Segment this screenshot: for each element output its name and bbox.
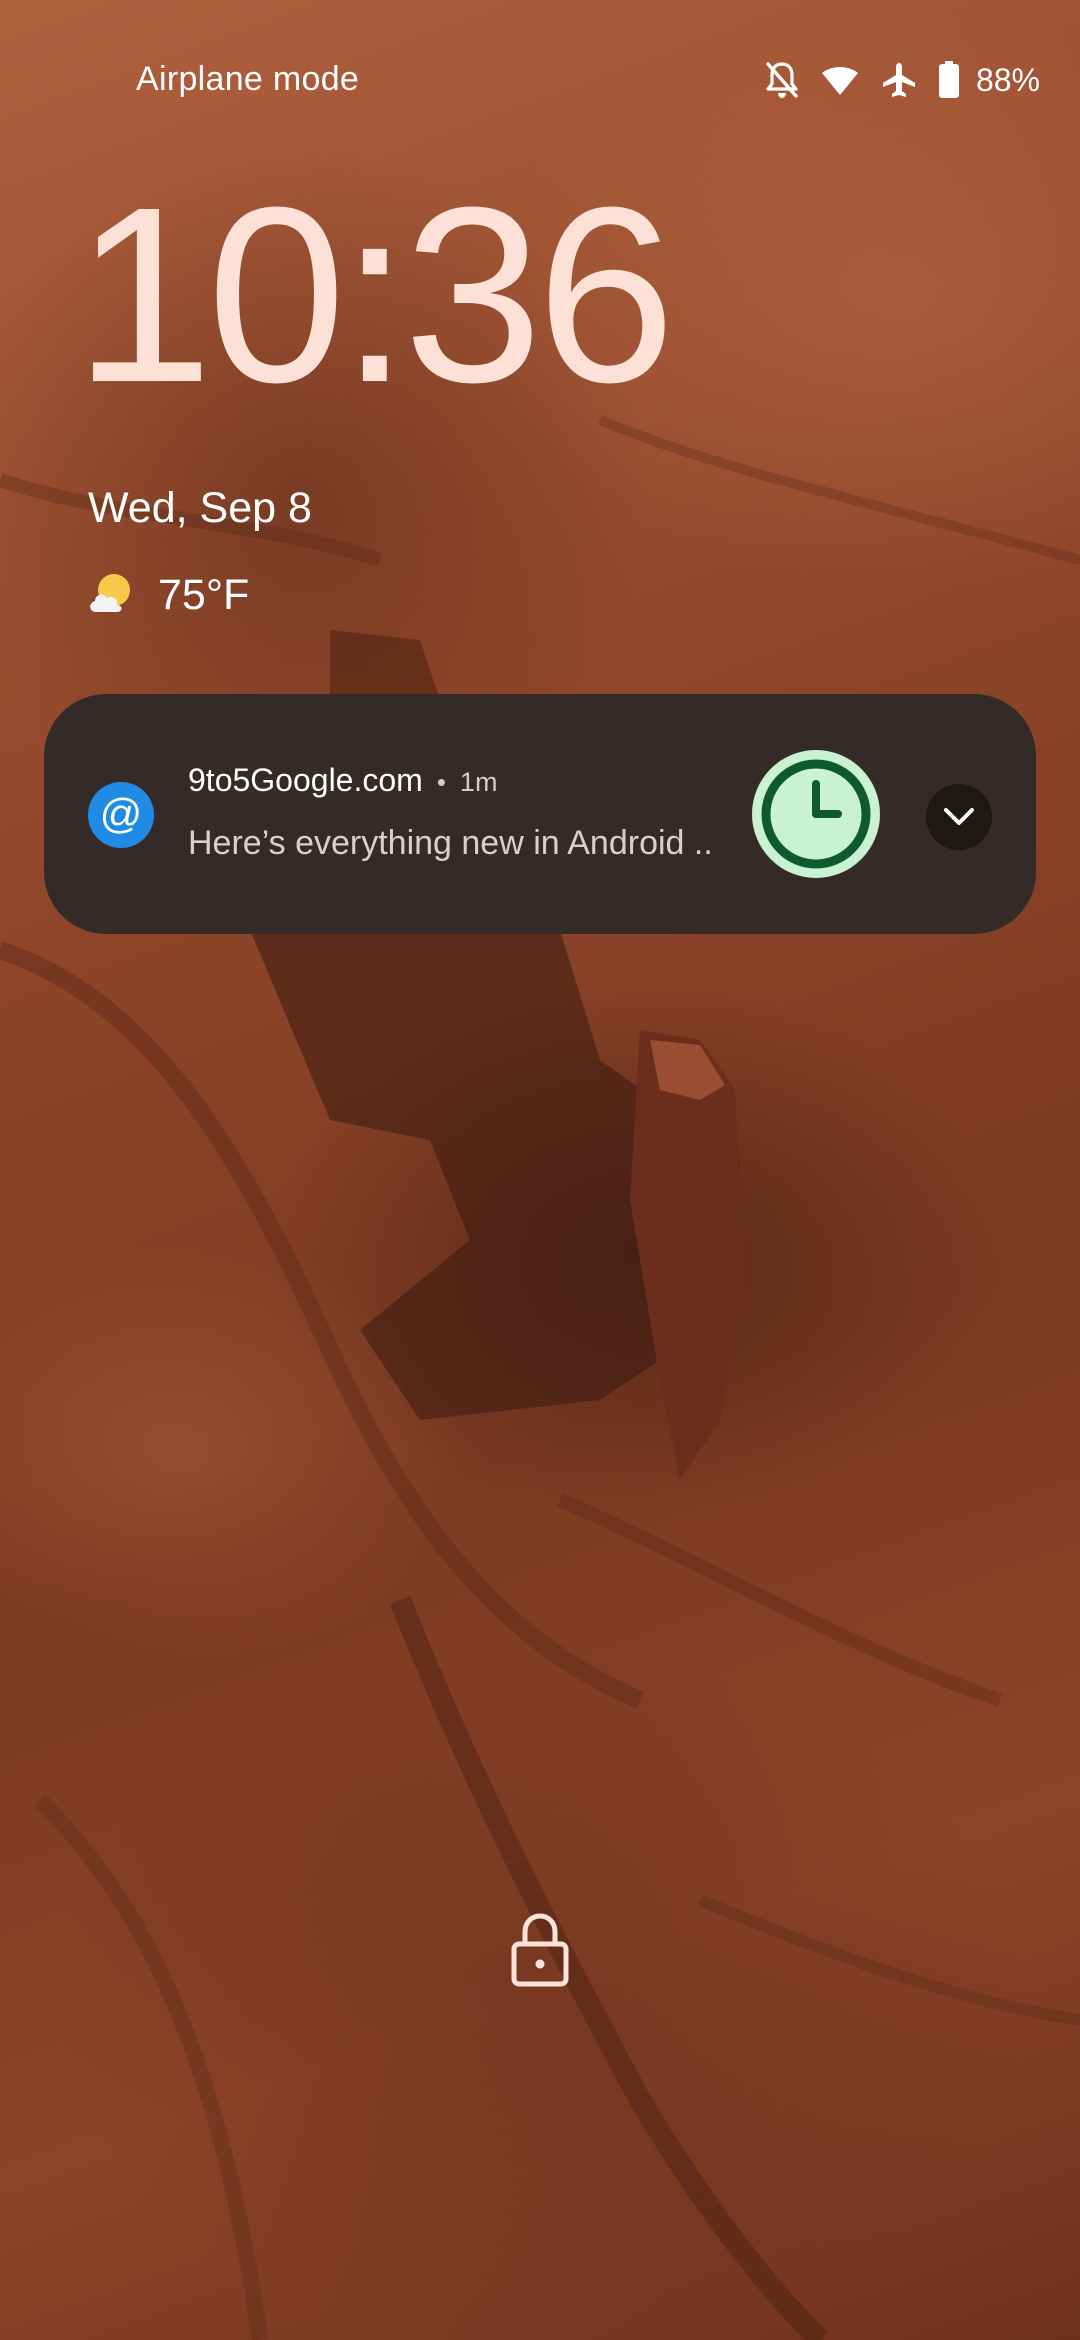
notification-card[interactable]: @ 9to5Google.com • 1m Here’s everything … [44,694,1036,934]
notification-time: 1m [459,767,498,797]
partly-cloudy-icon [86,570,136,621]
at-sign-icon: @ [88,782,154,848]
expand-notification-button[interactable] [926,784,992,850]
lockscreen-date[interactable]: Wed, Sep 8 [88,484,312,533]
status-bar: Airplane mode 88% [0,0,1080,160]
notification-separator: • [436,767,446,797]
battery-icon [938,61,960,99]
lock-icon[interactable] [510,1912,570,1988]
weather-widget[interactable]: 75°F [86,570,249,621]
airplane-icon [880,61,918,99]
notification-source: 9to5Google.com [188,762,423,798]
weather-temperature: 75°F [158,571,250,619]
clock-icon [752,750,880,878]
notification-thumbnail [750,748,882,880]
notifications-off-icon [764,60,800,100]
notification-text: Here’s everything new in Android .. [188,824,713,862]
status-icons: 88% [764,58,1040,102]
lockscreen-clock: 10:36 [74,155,676,434]
battery-percentage: 88% [975,61,1040,98]
carrier-status: Airplane mode [136,60,360,98]
chevron-down-icon [944,808,974,825]
wifi-icon [820,63,860,97]
notification-header: 9to5Google.com • 1m [188,762,497,799]
